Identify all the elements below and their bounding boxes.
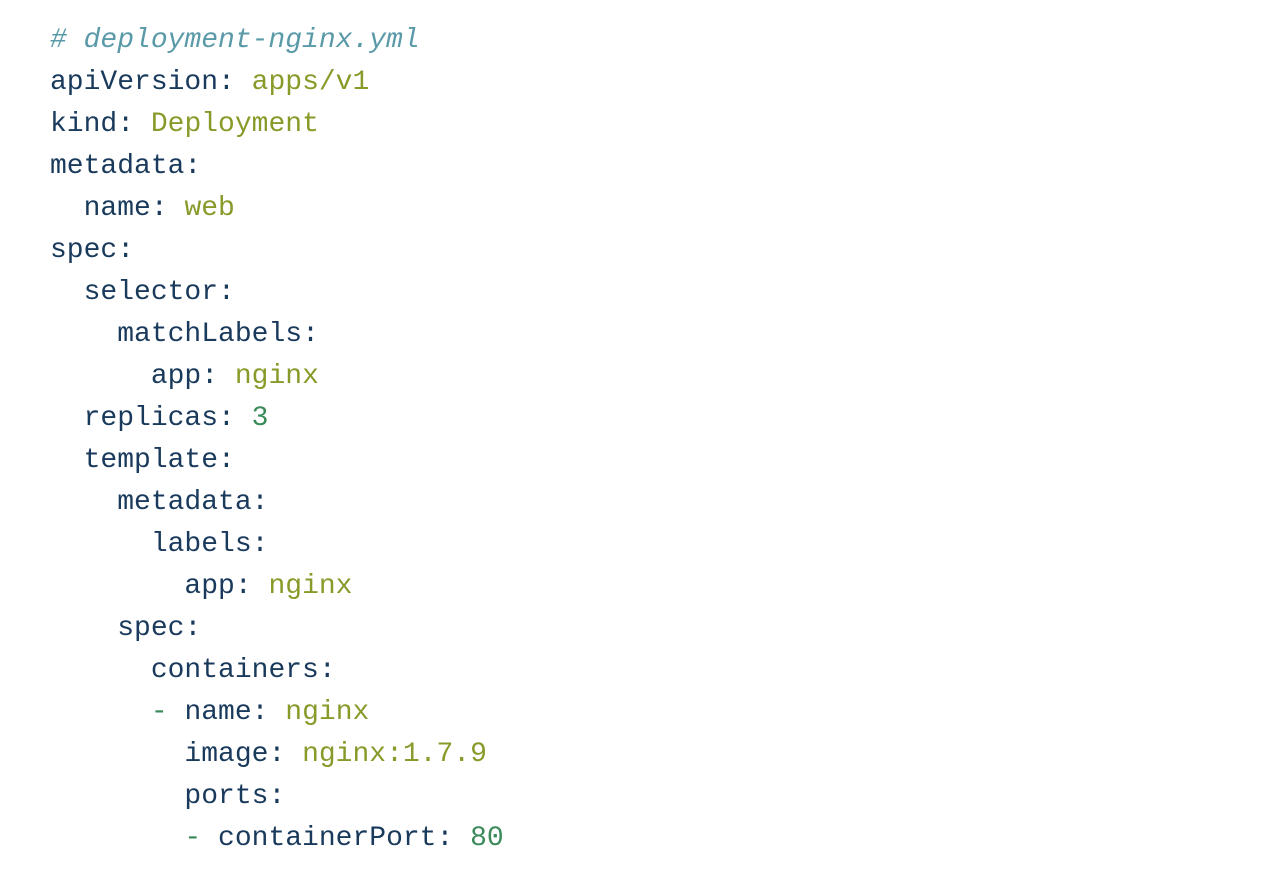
colon: : [319, 655, 336, 686]
colon: : [151, 193, 168, 224]
colon: : [252, 529, 269, 560]
colon: : [184, 613, 201, 644]
yaml-value: nginx [235, 361, 319, 392]
yaml-value: apps/v1 [252, 67, 370, 98]
yaml-value: nginx [285, 697, 369, 728]
colon: : [268, 781, 285, 812]
colon: : [117, 109, 134, 140]
colon: : [436, 823, 453, 854]
yaml-key: name [184, 697, 251, 728]
colon: : [252, 697, 269, 728]
yaml-key: kind [50, 109, 117, 140]
colon: : [252, 487, 269, 518]
colon: : [184, 151, 201, 182]
yaml-key: spec [50, 235, 117, 266]
yaml-number: 3 [252, 403, 269, 434]
colon: : [218, 403, 235, 434]
yaml-value: nginx:1.7.9 [302, 739, 487, 770]
yaml-key: metadata [50, 151, 184, 182]
yaml-key: replicas [84, 403, 218, 434]
colon: : [218, 445, 235, 476]
yaml-key: name [84, 193, 151, 224]
colon: : [235, 571, 252, 602]
yaml-key: containers [151, 655, 319, 686]
yaml-key: app [184, 571, 234, 602]
colon: : [218, 67, 235, 98]
yaml-value: Deployment [151, 109, 319, 140]
colon: : [117, 235, 134, 266]
colon: : [201, 361, 218, 392]
yaml-value: web [184, 193, 234, 224]
yaml-number: 80 [470, 823, 504, 854]
yaml-code-block: # deployment-nginx.yml apiVersion: apps/… [50, 20, 1230, 860]
colon: : [268, 739, 285, 770]
colon: : [218, 277, 235, 308]
yaml-dash: - [184, 823, 201, 854]
yaml-key: spec [117, 613, 184, 644]
yaml-key: metadata [117, 487, 251, 518]
yaml-key: app [151, 361, 201, 392]
colon: : [302, 319, 319, 350]
yaml-key: apiVersion [50, 67, 218, 98]
yaml-value: nginx [268, 571, 352, 602]
yaml-key: selector [84, 277, 218, 308]
yaml-key: labels [151, 529, 252, 560]
yaml-key: matchLabels [117, 319, 302, 350]
yaml-key: image [184, 739, 268, 770]
yaml-comment: # deployment-nginx.yml [50, 25, 420, 56]
yaml-key: containerPort [218, 823, 436, 854]
yaml-key: ports [184, 781, 268, 812]
yaml-dash: - [151, 697, 168, 728]
yaml-key: template [84, 445, 218, 476]
